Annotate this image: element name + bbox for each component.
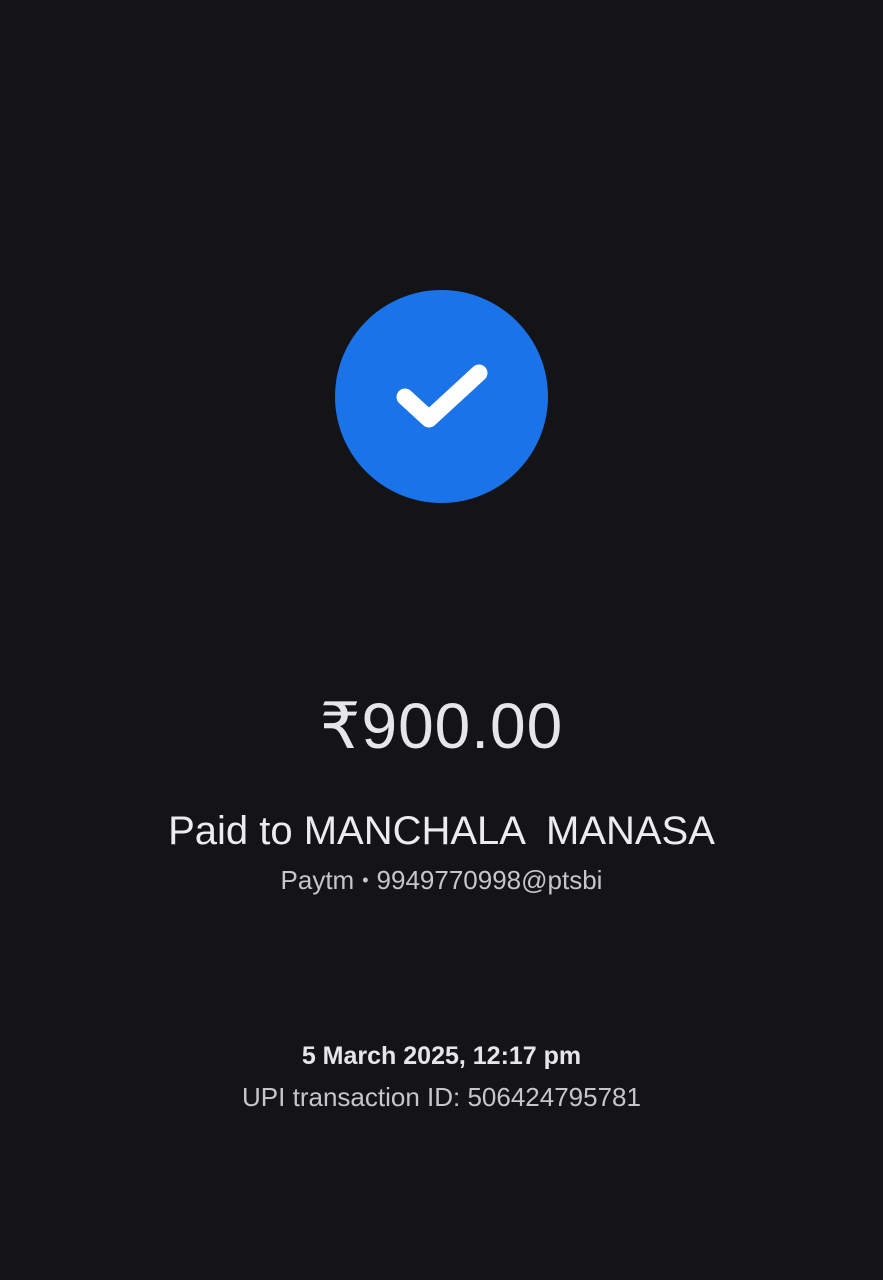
separator-dot: • [362,870,369,890]
payee-details: Paytm • 9949770998@ptsbi [0,864,883,896]
payment-amount: ₹900.00 [319,690,564,762]
transaction-id: UPI transaction ID: 506424795781 [242,1082,641,1112]
check-icon [396,364,488,428]
payment-provider: Paytm [280,865,355,895]
success-check-badge [335,290,548,503]
payee-name: Paid to MANCHALA MANASA [168,809,715,853]
transaction-datetime: 5 March 2025, 12:17 pm [301,1042,582,1070]
upi-id: 9949770998@ptsbi [376,865,603,895]
payment-success-screen: ₹900.00 Paid to MANCHALA MANASA Paytm • 99… [0,0,883,1280]
